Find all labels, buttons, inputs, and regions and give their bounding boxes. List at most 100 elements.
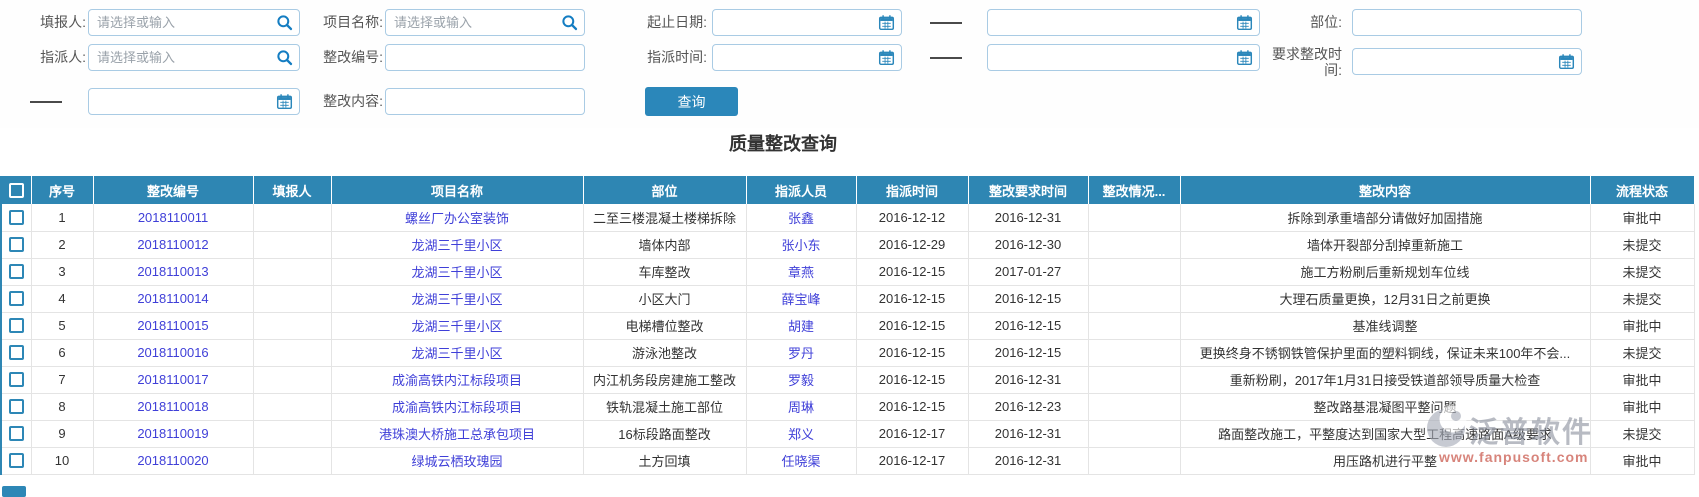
project-link[interactable]: 龙湖三千里小区 [411, 319, 502, 334]
cell-seq: 9 [31, 420, 93, 447]
cell-project: 成渝高铁内江标段项目 [331, 393, 583, 420]
cell-project: 龙湖三千里小区 [331, 231, 583, 258]
project-link[interactable]: 成渝高铁内江标段项目 [392, 373, 522, 388]
col-assignee: 指派人员 [746, 176, 856, 204]
select-all-checkbox[interactable] [9, 183, 24, 198]
page-title: 质量整改查询 [0, 130, 1566, 156]
assigner-input[interactable] [88, 44, 300, 71]
code-link[interactable]: 2018110012 [137, 237, 208, 252]
row-checkbox[interactable] [9, 399, 24, 414]
cell-code: 2018110018 [93, 393, 253, 420]
calendar-icon[interactable] [1236, 49, 1253, 66]
project-name-input[interactable] [385, 9, 585, 36]
date-range-label: 起止日期: [622, 9, 707, 36]
cell-required-date: 2016-12-15 [968, 339, 1088, 366]
row-checkbox[interactable] [9, 453, 24, 468]
cell-location: 墙体内部 [583, 231, 746, 258]
rectify-no-input[interactable] [385, 44, 585, 71]
cell-seq: 7 [31, 366, 93, 393]
project-link[interactable]: 绿城云栖玫瑰园 [411, 454, 502, 469]
rectify-content-input[interactable] [385, 88, 585, 115]
project-link[interactable]: 龙湖三千里小区 [411, 346, 502, 361]
rectification-table: 序号 整改编号 填报人 项目名称 部位 指派人员 指派时间 整改要求时间 整改情… [0, 176, 1695, 475]
row-select-cell [1, 285, 31, 312]
calendar-icon[interactable] [878, 49, 895, 66]
assignee-link[interactable]: 周琳 [788, 400, 814, 415]
calendar-icon[interactable] [1236, 14, 1253, 31]
date-range-to-input[interactable] [987, 9, 1260, 36]
project-link[interactable]: 龙湖三千里小区 [411, 238, 502, 253]
date-range-from-input[interactable] [712, 9, 902, 36]
cell-assignee: 张鑫 [746, 204, 856, 231]
assign-time-from-field [712, 44, 902, 71]
row-checkbox[interactable] [9, 318, 24, 333]
cell-situation [1088, 447, 1180, 474]
reporter-label: 填报人: [0, 9, 86, 36]
assignee-link[interactable]: 张小东 [781, 238, 820, 253]
extra-date-field [88, 88, 300, 115]
row-checkbox[interactable] [9, 345, 24, 360]
code-link[interactable]: 2018110018 [137, 399, 208, 414]
required-time-input[interactable] [1352, 48, 1582, 75]
cell-location: 电梯槽位整改 [583, 312, 746, 339]
code-link[interactable]: 2018110015 [137, 318, 208, 333]
extra-date-input[interactable] [88, 88, 300, 115]
cell-required-date: 2016-12-15 [968, 285, 1088, 312]
cell-code: 2018110016 [93, 339, 253, 366]
search-icon[interactable] [276, 49, 293, 66]
cell-status: 审批中 [1590, 366, 1694, 393]
assignee-link[interactable]: 郑义 [788, 427, 814, 442]
code-link[interactable]: 2018110011 [138, 210, 208, 225]
project-link[interactable]: 龙湖三千里小区 [411, 265, 502, 280]
row-checkbox[interactable] [9, 237, 24, 252]
partial-bottom-left-element[interactable] [2, 486, 26, 497]
assignee-link[interactable]: 罗毅 [788, 373, 814, 388]
code-link[interactable]: 2018110013 [137, 264, 208, 279]
cell-assign-date: 2016-12-15 [856, 312, 968, 339]
table-row: 52018110015龙湖三千里小区电梯槽位整改胡建2016-12-152016… [1, 312, 1694, 339]
location-input[interactable] [1352, 9, 1582, 36]
cell-situation [1088, 339, 1180, 366]
assignee-link[interactable]: 张鑫 [788, 211, 814, 226]
col-required-date: 整改要求时间 [968, 176, 1088, 204]
calendar-icon[interactable] [878, 14, 895, 31]
cell-assignee: 章燕 [746, 258, 856, 285]
cell-status: 未提交 [1590, 258, 1694, 285]
assignee-link[interactable]: 薛宝峰 [781, 292, 820, 307]
table-row: 42018110014龙湖三千里小区小区大门薛宝峰2016-12-152016-… [1, 285, 1694, 312]
cell-project: 龙湖三千里小区 [331, 339, 583, 366]
reporter-input[interactable] [88, 9, 300, 36]
assignee-link[interactable]: 任晓渠 [781, 454, 820, 469]
project-link[interactable]: 成渝高铁内江标段项目 [392, 400, 522, 415]
code-link[interactable]: 2018110020 [137, 453, 208, 468]
search-button[interactable]: 查询 [645, 87, 738, 116]
project-link[interactable]: 螺丝厂办公室装饰 [405, 211, 509, 226]
row-checkbox[interactable] [9, 264, 24, 279]
row-checkbox[interactable] [9, 426, 24, 441]
code-link[interactable]: 2018110019 [137, 426, 208, 441]
search-icon[interactable] [276, 14, 293, 31]
calendar-icon[interactable] [276, 93, 293, 110]
assignee-link[interactable]: 罗丹 [788, 346, 814, 361]
cell-code: 2018110020 [93, 447, 253, 474]
assign-time-to-input[interactable] [987, 44, 1260, 71]
search-icon[interactable] [561, 14, 578, 31]
assignee-link[interactable]: 章燕 [788, 265, 814, 280]
cell-content: 大理石质量更换，12月31日之前更换 [1180, 285, 1590, 312]
code-link[interactable]: 2018110017 [137, 372, 208, 387]
range-dash [930, 57, 962, 59]
code-link[interactable]: 2018110016 [137, 345, 208, 360]
project-link[interactable]: 龙湖三千里小区 [411, 292, 502, 307]
assign-time-from-input[interactable] [712, 44, 902, 71]
cell-location: 游泳池整改 [583, 339, 746, 366]
cell-location: 小区大门 [583, 285, 746, 312]
col-project: 项目名称 [331, 176, 583, 204]
calendar-icon[interactable] [1558, 53, 1575, 70]
project-link[interactable]: 港珠澳大桥施工总承包项目 [379, 427, 535, 442]
row-checkbox[interactable] [9, 210, 24, 225]
rectify-no-field [385, 44, 585, 71]
row-checkbox[interactable] [9, 372, 24, 387]
row-checkbox[interactable] [9, 291, 24, 306]
code-link[interactable]: 2018110014 [137, 291, 208, 306]
assignee-link[interactable]: 胡建 [788, 319, 814, 334]
